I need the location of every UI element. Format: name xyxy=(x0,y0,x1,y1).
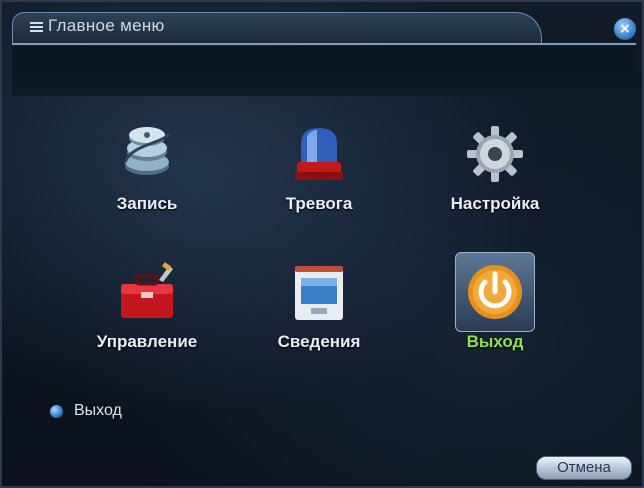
status-text: Выход xyxy=(74,402,122,419)
menu-item-label: Запись xyxy=(116,194,178,213)
menu-item-exit[interactable]: Выход xyxy=(410,252,580,380)
monitor-info-icon xyxy=(287,260,351,324)
menu-item-label: Тревога xyxy=(285,194,353,213)
menu-item-label: Выход xyxy=(466,332,524,351)
menu-item-label: Настройка xyxy=(450,194,540,213)
close-button[interactable]: × xyxy=(614,18,636,40)
menu-item-settings[interactable]: Настройка xyxy=(410,122,580,242)
title-divider xyxy=(12,43,636,45)
cancel-button[interactable]: Отмена xyxy=(536,456,632,480)
power-icon xyxy=(455,252,535,332)
menu-item-record[interactable]: Запись xyxy=(62,122,232,242)
menu-list-icon xyxy=(30,22,43,32)
record-reel-icon xyxy=(115,122,179,186)
menu-item-alarm[interactable]: Тревога xyxy=(234,122,404,242)
main-menu-window: Главное меню × Запись Тревога Настройка … xyxy=(0,0,644,488)
window-title: Главное меню xyxy=(48,16,165,35)
info-bullet-icon xyxy=(50,405,63,418)
menu-item-label: Сведения xyxy=(277,332,361,351)
alarm-siren-icon xyxy=(287,122,351,186)
menu-item-label: Управление xyxy=(96,332,198,351)
toolbox-icon xyxy=(115,260,179,324)
header-band xyxy=(12,46,636,96)
menu-item-info[interactable]: Сведения xyxy=(234,260,404,380)
menu-item-management[interactable]: Управление xyxy=(62,260,232,380)
gear-icon xyxy=(463,122,527,186)
